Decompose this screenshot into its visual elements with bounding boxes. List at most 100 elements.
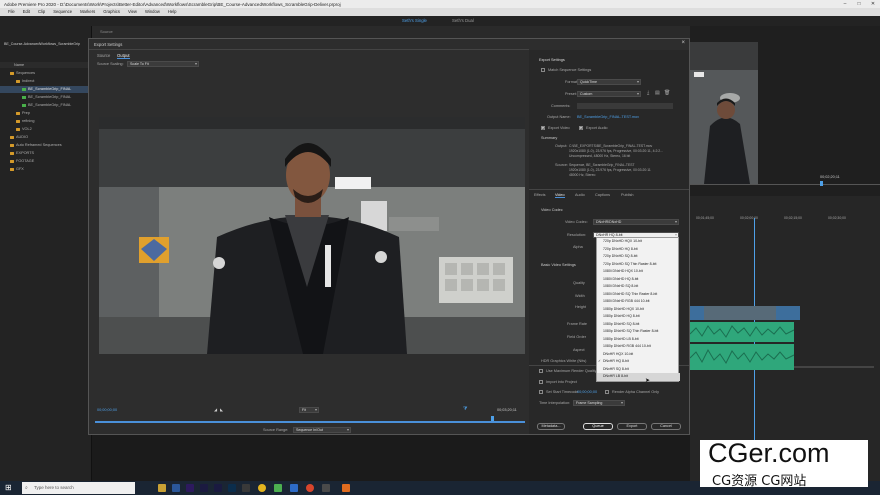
resolution-option[interactable]: 720p DNxHD HQX 10-bit	[597, 238, 680, 246]
time-interpolation-dropdown[interactable]: Frame Sampling	[573, 400, 625, 406]
start-timecode-value[interactable]: 00;00;00;00	[577, 390, 597, 394]
resolution-option[interactable]: 1080i DNxHD RGB 444 10-bit	[597, 298, 680, 306]
resolution-option[interactable]: DNxHR SQ 8-bit	[597, 366, 680, 374]
project-item[interactable]: Sequences	[0, 70, 92, 77]
menu-clip[interactable]: Clip	[38, 8, 45, 16]
resolution-option[interactable]: 1080p DNxHD SQ Thin Raster 8-bit	[597, 328, 680, 336]
source-scaling-dropdown[interactable]: Scale To Fit	[127, 61, 199, 67]
column-name-label[interactable]: Name	[14, 63, 24, 67]
tab-output[interactable]: Output	[117, 53, 130, 59]
save-preset-icon[interactable]: ⤓	[647, 90, 649, 96]
comments-input[interactable]	[577, 103, 673, 109]
project-item[interactable]: Prep	[0, 110, 92, 117]
project-item[interactable]: AUDIO	[0, 134, 92, 141]
tab-video[interactable]: Video	[555, 193, 565, 198]
taskbar-app-icon-9[interactable]	[274, 484, 282, 492]
menu-graphics[interactable]: Graphics	[103, 8, 120, 16]
queue-button[interactable]: Queue	[583, 423, 613, 430]
tab-captions[interactable]: Captions	[595, 193, 610, 197]
taskbar-app-icon-12[interactable]	[322, 484, 330, 492]
resolution-option[interactable]: DNxHR HQX 10-bit	[597, 351, 680, 359]
delete-preset-icon[interactable]: 🗑	[664, 90, 670, 96]
preview-playhead[interactable]	[491, 416, 494, 421]
project-item[interactable]: VOL2	[0, 126, 92, 133]
project-panel-title[interactable]: BE_Course-AdvancedWorkflows_ScrambleGrip	[4, 42, 80, 46]
export-button[interactable]: Export	[617, 423, 647, 430]
project-item[interactable]: Indirect	[0, 78, 92, 85]
file-explorer-icon[interactable]	[158, 484, 166, 492]
taskbar-app-icon-11[interactable]	[306, 484, 314, 492]
menu-edit[interactable]: Edit	[23, 8, 30, 16]
dialog-close-icon[interactable]: ×	[681, 40, 685, 46]
taskbar-app-icon-13[interactable]	[342, 484, 350, 492]
menu-help[interactable]: Help	[168, 8, 177, 16]
source-range-dropdown[interactable]: Sequence In/Out	[293, 427, 351, 433]
resolution-option[interactable]: 1080i DNxHD SQ 8-bit	[597, 283, 680, 291]
menu-markers[interactable]: Markers	[80, 8, 95, 16]
timeline-tracks[interactable]	[690, 226, 880, 466]
tab-effects[interactable]: Effects	[534, 193, 546, 197]
resolution-option[interactable]: 720p DNxHD SQ Thin Raster 8-bit	[597, 261, 680, 269]
mark-out-icon[interactable]: ◣	[220, 407, 223, 412]
resolution-option[interactable]: 720p DNxHD SQ 8-bit	[597, 253, 680, 261]
video-codec-dropdown[interactable]: DNxHR/DNxHD	[593, 219, 679, 225]
max-render-quality-checkbox[interactable]	[539, 369, 543, 373]
taskbar-app-icon-7[interactable]	[242, 484, 250, 492]
resolution-option[interactable]: 1080i DNxHD HQ 8-bit	[597, 276, 680, 284]
render-alpha-checkbox[interactable]	[605, 390, 609, 394]
resolution-option[interactable]: 1080p DNxHD HQ 8-bit	[597, 313, 680, 321]
project-item[interactable]: GFX	[0, 166, 92, 173]
fit-dropdown[interactable]: Fit	[299, 407, 319, 413]
program-scrubber[interactable]	[690, 184, 880, 185]
after-effects-icon[interactable]	[214, 484, 222, 492]
tab-audio[interactable]: Audio	[575, 193, 585, 197]
import-preset-icon[interactable]: ▤	[655, 90, 660, 96]
match-sequence-checkbox[interactable]	[541, 68, 545, 72]
workspace-seths-single[interactable]: Seth's Single	[402, 18, 427, 23]
crop-icon[interactable]: ⧩	[463, 406, 467, 412]
tab-publish[interactable]: Publish	[621, 193, 633, 197]
project-item[interactable]: BE_ScrambleGrip_FINAL	[0, 102, 92, 109]
source-tab-label[interactable]: Source	[100, 29, 113, 34]
windows-start-icon[interactable]: ⊞	[5, 483, 12, 492]
timeline-ruler[interactable]: 00;01;45;00 00;02;00;00 00;02;15;00 00;02;3…	[690, 216, 880, 224]
project-item[interactable]: FOOTAGE	[0, 158, 92, 165]
resolution-option[interactable]: 1080p DNxHD RGB 444 10-bit	[597, 343, 680, 351]
resolution-option[interactable]: DNxHR LB 8-bit	[597, 373, 680, 381]
menu-view[interactable]: View	[128, 8, 137, 16]
premiere-pro-icon[interactable]	[186, 484, 194, 492]
maximize-icon[interactable]: □	[852, 0, 866, 8]
resolution-option[interactable]: 1080i DNxHD SQ Thin Raster 8-bit	[597, 291, 680, 299]
media-encoder-icon[interactable]	[200, 484, 208, 492]
tab-source[interactable]: Source	[97, 53, 110, 58]
resolution-option[interactable]: 1080p DNxHD HQX 10-bit	[597, 306, 680, 314]
resolution-option[interactable]: 720p DNxHD HQ 8-bit	[597, 246, 680, 254]
project-item[interactable]: Auto Reframed Sequences	[0, 142, 92, 149]
program-playhead[interactable]	[820, 181, 823, 186]
project-item[interactable]: EXPORTS	[0, 150, 92, 157]
preset-dropdown[interactable]: Custom	[577, 91, 641, 97]
format-dropdown[interactable]: QuickTime	[577, 79, 641, 85]
preview-scrubber[interactable]	[95, 421, 525, 423]
menu-window[interactable]: Window	[145, 8, 160, 16]
workspace-seths-dual[interactable]: Seth's Dual	[452, 18, 474, 23]
export-video-checkbox[interactable]	[541, 126, 545, 131]
project-item[interactable]: refining	[0, 118, 92, 125]
close-icon[interactable]: ✕	[866, 0, 880, 8]
mark-in-icon[interactable]: ◢	[214, 407, 217, 412]
taskbar-app-icon-2[interactable]	[172, 484, 180, 492]
photoshop-icon[interactable]	[228, 484, 236, 492]
set-start-timecode-checkbox[interactable]	[539, 390, 543, 394]
taskbar-app-icon-10[interactable]	[290, 484, 298, 492]
minimize-icon[interactable]: –	[838, 0, 852, 8]
chrome-icon[interactable]	[258, 484, 266, 492]
resolution-option[interactable]: 1080p DNxHD LB 8-bit	[597, 336, 680, 344]
export-audio-checkbox[interactable]	[579, 126, 583, 131]
menu-sequence[interactable]: Sequence	[53, 8, 72, 16]
metadata-button[interactable]: Metadata...	[537, 423, 565, 430]
project-item[interactable]: BE_ScrambleGrip_FINAL	[0, 94, 92, 101]
taskbar-search-input[interactable]: ⌕ Type here to search	[22, 482, 135, 494]
resolution-option[interactable]: 1080p DNxHD SQ 8-bit	[597, 321, 680, 329]
cancel-button[interactable]: Cancel	[651, 423, 681, 430]
import-into-project-checkbox[interactable]	[539, 380, 543, 384]
